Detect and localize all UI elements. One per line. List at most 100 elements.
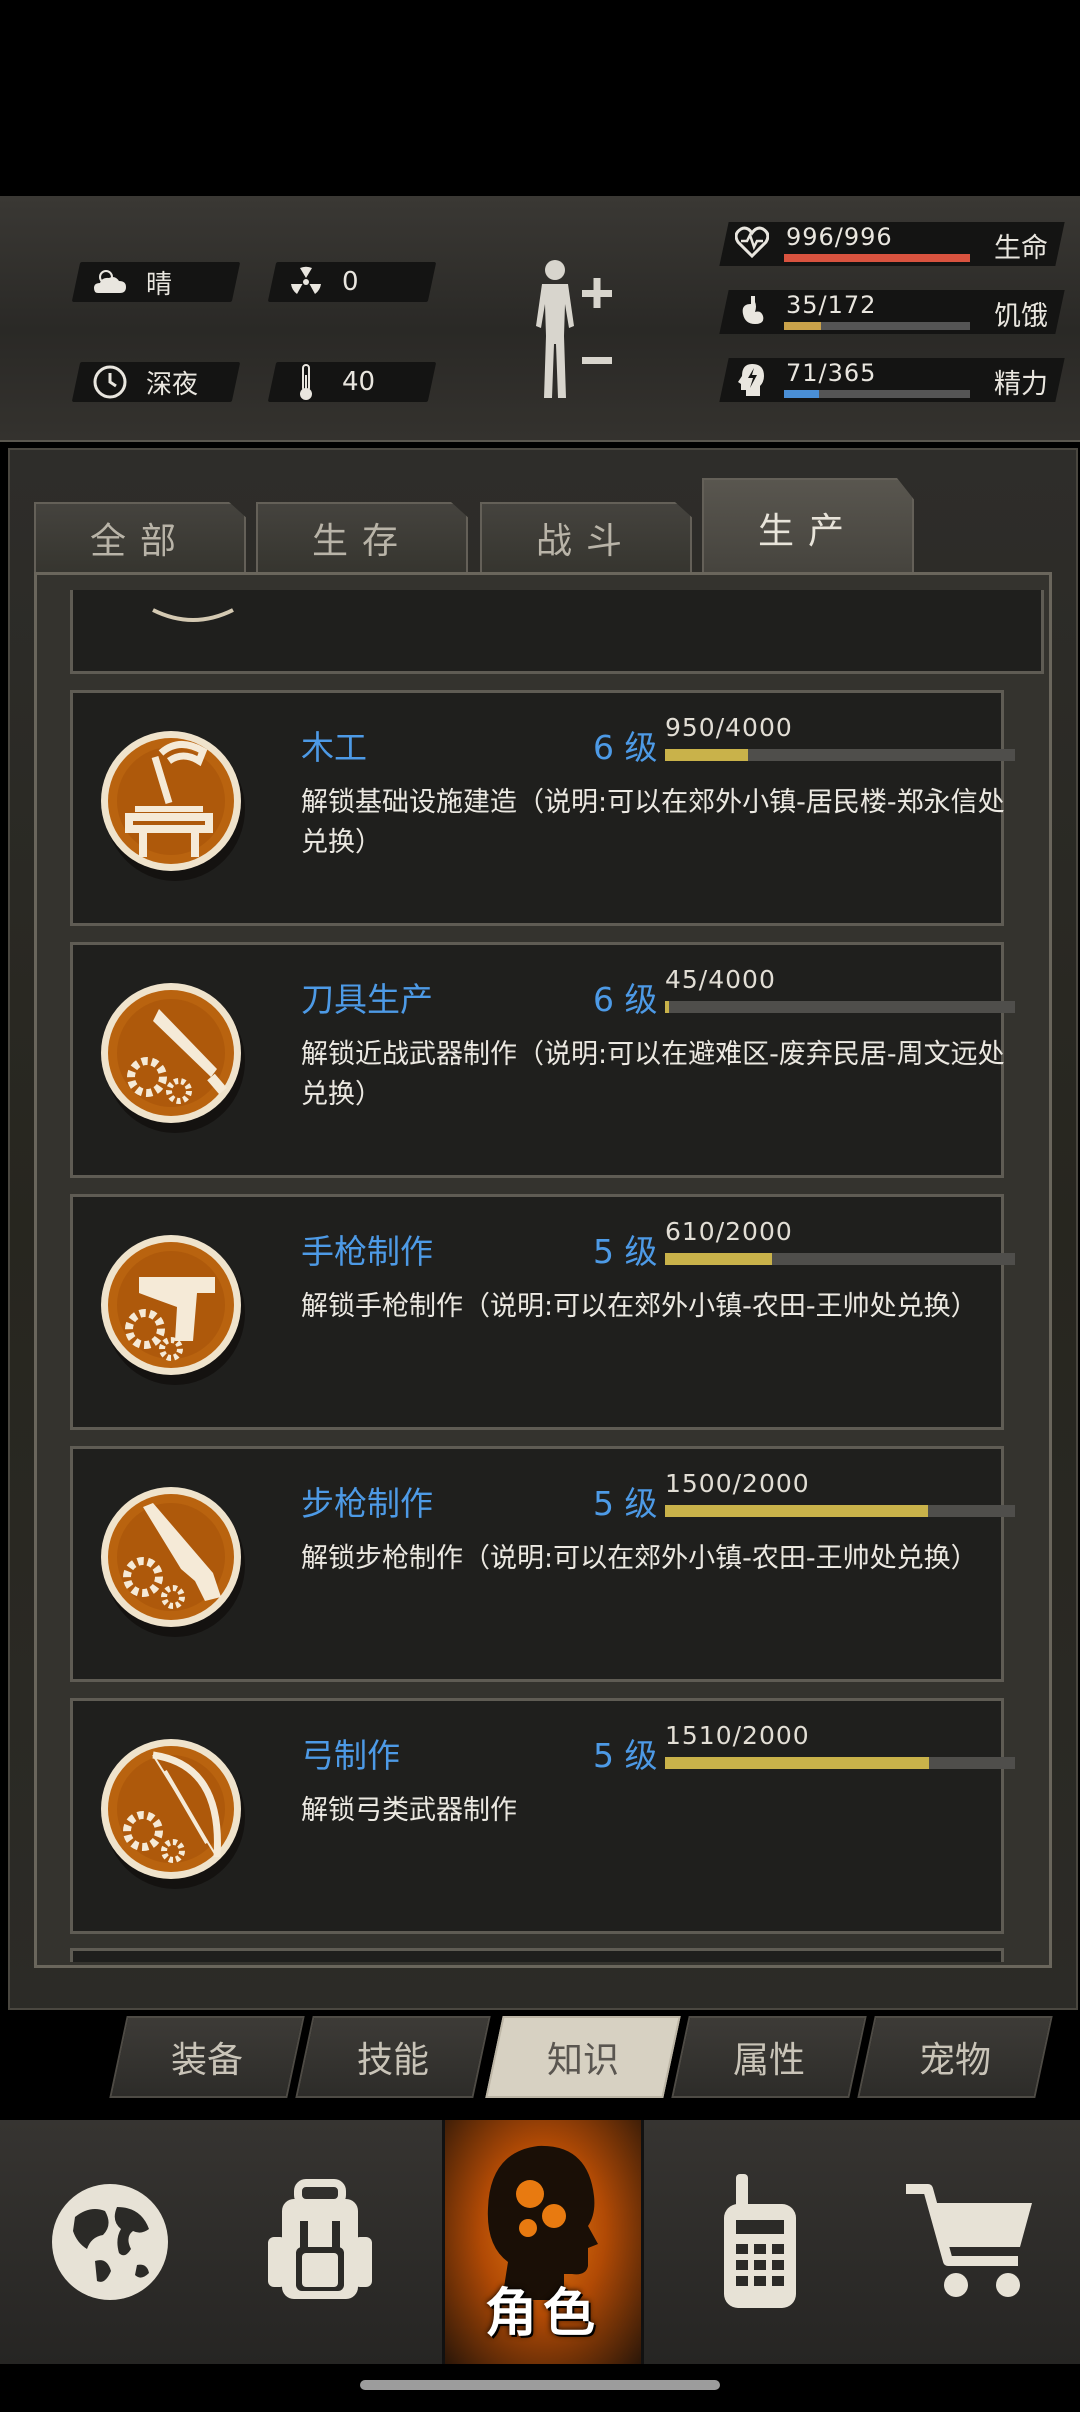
skill-card[interactable]: 弓制作 5 级 1510/2000 解锁弓类武器制作	[70, 1698, 1015, 1934]
head-lightning-icon	[734, 362, 770, 398]
health-stat: 996/996 生命	[719, 222, 1065, 266]
nav-character-label: 角色	[484, 2284, 601, 2344]
skill-progress-fill	[665, 1253, 772, 1265]
health-label: 生命	[994, 233, 1048, 264]
skill-progress-fill	[665, 749, 749, 761]
time-chip: 深夜	[71, 362, 241, 402]
pistol-crafting-icon	[101, 1235, 245, 1385]
skill-card[interactable]: 刀具生产 6 级 45/4000 解锁近战武器制作（说明:可以在避难区-废弃民居-周文…	[70, 942, 1015, 1178]
thermometer-icon	[286, 362, 326, 402]
rifle-crafting-icon	[101, 1487, 245, 1637]
nav-map[interactable]	[10, 2120, 210, 2364]
bow-crafting-icon	[101, 1739, 245, 1889]
skill-progress-bar	[665, 749, 1015, 761]
shopping-cart-icon	[906, 2184, 1032, 2297]
radiation-value: 0	[342, 267, 359, 297]
subtab-label: 技能	[356, 2040, 429, 2081]
heart-pulse-icon	[734, 226, 770, 262]
skill-level: 5 级	[593, 1736, 658, 1775]
partial-card-top	[70, 590, 1044, 674]
skill-name: 步枪制作	[301, 1484, 433, 1523]
clock-icon	[90, 362, 130, 402]
skill-progress-bar	[665, 1001, 1015, 1013]
tab-combat[interactable]: 战斗	[480, 502, 692, 572]
nav-shop[interactable]	[870, 2120, 1070, 2364]
subtab-skills[interactable]: 技能	[295, 2016, 491, 2098]
skill-name: 木工	[301, 728, 367, 767]
medal-edge-icon	[152, 608, 234, 622]
hunger-value: 35/172	[786, 291, 877, 319]
nav-radio[interactable]	[660, 2120, 860, 2364]
skill-progress-bar	[665, 1505, 1015, 1517]
skill-level: 5 级	[593, 1232, 658, 1271]
human-body-icon	[536, 260, 612, 398]
tab-label: 生产	[757, 511, 858, 552]
health-bar	[784, 254, 970, 262]
health-value: 996/996	[786, 223, 893, 251]
carpentry-icon	[101, 731, 245, 881]
skill-progress-text: 1510/2000	[665, 1721, 810, 1750]
subtab-label: 宠物	[918, 2040, 991, 2081]
skill-description: 解锁近战武器制作（说明:可以在避难区-废弃民居-周文远处兑换）	[301, 1039, 1005, 1110]
energy-label: 精力	[994, 369, 1048, 400]
skill-progress-fill	[665, 1001, 669, 1013]
tab-all[interactable]: 全部	[34, 502, 246, 572]
temperature-value: 40	[342, 367, 376, 397]
subtab-equipment[interactable]: 装备	[109, 2016, 305, 2098]
nav-character[interactable]: 角色	[442, 2120, 644, 2364]
subtab-label: 知识	[546, 2040, 619, 2081]
globe-icon	[52, 2184, 168, 2300]
tab-survival[interactable]: 生存	[256, 502, 468, 572]
subtab-label: 属性	[732, 2040, 805, 2081]
skill-progress-text: 45/4000	[665, 965, 776, 994]
nav-backpack[interactable]	[220, 2120, 420, 2364]
skill-level: 5 级	[593, 1484, 658, 1523]
skill-progress-bar	[665, 1253, 1015, 1265]
tab-production[interactable]: 生产	[702, 478, 914, 576]
hunger-label: 饥饿	[994, 301, 1048, 332]
subtab-knowledge[interactable]: 知识	[485, 2016, 681, 2098]
body-status-button[interactable]	[520, 256, 630, 406]
tab-label: 生存	[311, 521, 412, 562]
walkie-talkie-icon	[724, 2174, 796, 2308]
hunger-stat: 35/172 饥饿	[719, 290, 1065, 334]
skill-description: 解锁弓类武器制作	[301, 1795, 517, 1826]
energy-value: 71/365	[786, 359, 877, 387]
home-indicator[interactable]	[360, 2380, 720, 2390]
tab-label: 全部	[89, 521, 190, 562]
skill-level: 6 级	[593, 728, 658, 767]
tab-label: 战斗	[535, 521, 636, 562]
skill-progress-text: 610/2000	[665, 1217, 793, 1246]
skill-description: 解锁基础设施建造（说明:可以在郊外小镇-居民楼-郑永信处兑换）	[301, 787, 1005, 858]
skill-card[interactable]: 手枪制作 5 级 610/2000 解锁手枪制作（说明:可以在郊外小镇-农田-王帅处兑…	[70, 1194, 1015, 1430]
time-text: 深夜	[146, 369, 199, 400]
skill-name: 手枪制作	[301, 1232, 433, 1271]
subtab-pets[interactable]: 宠物	[857, 2016, 1053, 2098]
skill-card[interactable]: 木工 6 级 950/4000 解锁基础设施建造（说明:可以在郊外小镇-居民楼-郑永信…	[70, 690, 1015, 926]
skill-level: 6 级	[593, 980, 658, 1019]
energy-stat: 71/365 精力	[719, 358, 1065, 402]
radiation-icon	[286, 262, 326, 302]
skill-card[interactable]: 步枪制作 5 级 1500/2000 解锁步枪制作（说明:可以在郊外小镇-农田-王帅处…	[70, 1446, 1015, 1682]
hunger-bar	[784, 322, 970, 330]
skill-progress-fill	[665, 1757, 930, 1769]
weather-chip: 晴	[71, 262, 241, 302]
stomach-icon	[734, 294, 770, 330]
backpack-icon	[268, 2179, 372, 2299]
subtab-attributes[interactable]: 属性	[671, 2016, 867, 2098]
weather-text: 晴	[146, 269, 173, 300]
radiation-chip: 0	[267, 262, 437, 302]
temperature-chip: 40	[267, 362, 437, 402]
skill-description: 解锁步枪制作（说明:可以在郊外小镇-农田-王帅处兑换）	[301, 1543, 978, 1574]
partial-card-bottom	[70, 1948, 1004, 1962]
skill-name: 弓制作	[301, 1736, 400, 1775]
subtab-label: 装备	[170, 2040, 243, 2081]
skill-progress-bar	[665, 1757, 1015, 1769]
cloud-sun-icon	[90, 262, 130, 302]
skill-name: 刀具生产	[301, 980, 433, 1019]
skill-progress-text: 950/4000	[665, 713, 793, 742]
skill-progress-fill	[665, 1505, 928, 1517]
energy-bar	[784, 390, 970, 398]
knife-crafting-icon	[101, 983, 245, 1133]
skill-progress-text: 1500/2000	[665, 1469, 810, 1498]
